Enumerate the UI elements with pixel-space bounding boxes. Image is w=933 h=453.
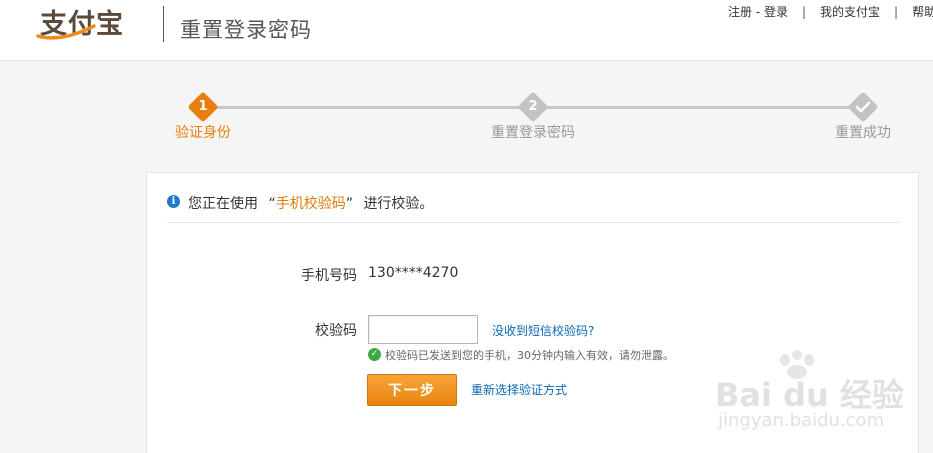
notice-method: 手机校验码 bbox=[275, 196, 346, 212]
no-sms-code-link[interactable]: 没收到短信校验码? bbox=[492, 322, 594, 339]
step-1-label: 验证身份 bbox=[175, 125, 231, 141]
baidu-jingyan-watermark: Bai du 经验 jingyan.baidu.com bbox=[700, 345, 933, 453]
step-connector bbox=[544, 106, 854, 109]
logo-swoosh-icon bbox=[36, 24, 96, 40]
step-2-number: 2 bbox=[528, 99, 538, 114]
step-2-label: 重置登录密码 bbox=[491, 125, 575, 141]
phone-label: 手机号码 bbox=[301, 268, 357, 284]
step-3-label: 重置成功 bbox=[835, 125, 891, 141]
code-label: 校验码 bbox=[315, 323, 357, 339]
verification-code-input[interactable] bbox=[368, 315, 478, 344]
next-step-button[interactable]: 下一步 bbox=[367, 374, 457, 406]
page-title: 重置登录密码 bbox=[180, 18, 312, 42]
success-check-icon: ✓ bbox=[368, 348, 381, 361]
notice-open-quote: “ bbox=[268, 196, 276, 212]
page-header: 支付宝 重置登录密码 注册 - 登录 | 我的支付宝 | 帮助 bbox=[0, 0, 933, 61]
top-nav: 注册 - 登录 | 我的支付宝 | 帮助 bbox=[728, 3, 933, 20]
step-1-number: 1 bbox=[198, 99, 208, 114]
nav-separator: | bbox=[801, 4, 807, 19]
info-icon: i bbox=[167, 195, 180, 208]
my-alipay-link[interactable]: 我的支付宝 bbox=[820, 3, 880, 20]
nav-separator: | bbox=[894, 4, 899, 19]
notice-text: 您正在使用 “手机校验码” 进行校验。 bbox=[188, 193, 433, 213]
notice-prefix: 您正在使用 bbox=[188, 196, 258, 212]
header-divider bbox=[163, 6, 164, 42]
notice-close-quote: ” bbox=[345, 196, 353, 212]
code-sent-hint: 校验码已发送到您的手机，30分钟内输入有效，请勿泄露。 bbox=[385, 349, 674, 362]
check-icon bbox=[855, 101, 871, 113]
verification-notice: i 您正在使用 “手机校验码” 进行校验。 bbox=[167, 193, 900, 223]
watermark-url: jingyan.baidu.com bbox=[718, 410, 885, 431]
phone-value: 130****4270 bbox=[368, 265, 459, 281]
alipay-logo[interactable]: 支付宝 bbox=[36, 2, 144, 42]
notice-suffix: 进行校验。 bbox=[363, 196, 434, 212]
register-login-link[interactable]: 注册 - 登录 bbox=[728, 3, 788, 20]
reselect-method-link[interactable]: 重新选择验证方式 bbox=[471, 381, 567, 398]
step-connector bbox=[212, 106, 522, 109]
help-link[interactable]: 帮助 bbox=[912, 3, 933, 20]
